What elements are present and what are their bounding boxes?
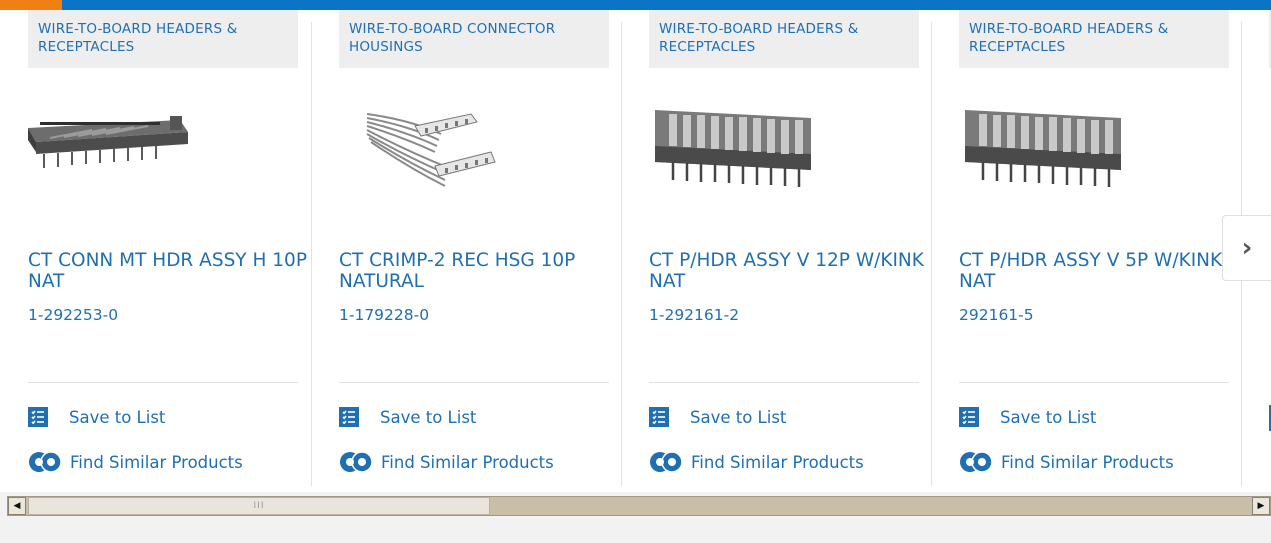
- product-carousel: WIRE-TO-BOARD HEADERS & RECEPTACLES CT C…: [0, 0, 1271, 492]
- save-to-list-button[interactable]: Save to List: [339, 405, 476, 429]
- card-separator: [621, 22, 622, 486]
- find-similar-label: Find Similar Products: [1001, 452, 1174, 472]
- card-separator: [931, 22, 932, 486]
- checklist-icon: [339, 407, 359, 427]
- save-to-list-button[interactable]: Save to List: [28, 405, 165, 429]
- scroll-right-arrow-icon[interactable]: ▶: [1252, 497, 1270, 515]
- part-number[interactable]: 1-292161-2: [649, 306, 739, 324]
- chevron-right-icon: ›: [1241, 233, 1253, 263]
- part-number[interactable]: 1-179228-0: [339, 306, 429, 324]
- card-separator: [311, 22, 312, 486]
- card-divider: [649, 382, 919, 383]
- product-card: WIRE-TO-BOARD HEADERS & RECEPTACLES: [0, 10, 310, 486]
- checklist-icon: [649, 407, 669, 427]
- product-card: WIRE-TO-BOARD HEADERS & RECEPTACLES: [621, 10, 931, 486]
- save-to-list-button[interactable]: Save to List: [959, 405, 1096, 429]
- product-title[interactable]: CT P/HDR ASSY V 12P W/KINK NAT: [649, 250, 929, 292]
- product-category[interactable]: WIRE-TO-BOARD HEADERS & RECEPTACLES: [959, 10, 1229, 68]
- product-card: WIRE-TO-BOARD HEADERS & RECEPTACLES: [931, 10, 1241, 486]
- similar-products-icon: [339, 449, 373, 475]
- find-similar-button[interactable]: Find Similar Products: [339, 450, 554, 474]
- product-title[interactable]: CT P/HDR ASSY V 5P W/KINK NAT: [959, 250, 1239, 292]
- product-card: WIRE-TO-BOARD CONNECTOR HOUSINGS CT CRIM…: [311, 10, 621, 486]
- product-title[interactable]: CT CONN MT HDR ASSY H 10P NAT: [28, 250, 308, 292]
- find-similar-label: Find Similar Products: [381, 452, 554, 472]
- top-accent-bar: [0, 0, 1271, 10]
- product-category[interactable]: WIRE-TO-BOARD HEADERS & RECEPTACLES: [28, 10, 298, 68]
- card-divider: [28, 382, 298, 383]
- checklist-icon: [28, 407, 48, 427]
- find-similar-button[interactable]: Find Similar Products: [959, 450, 1174, 474]
- find-similar-label: Find Similar Products: [70, 452, 243, 472]
- save-to-list-label: Save to List: [69, 407, 166, 427]
- product-image[interactable]: [641, 90, 831, 210]
- find-similar-button[interactable]: Find Similar Products: [28, 450, 243, 474]
- similar-products-icon: [959, 449, 993, 475]
- card-divider: [339, 382, 609, 383]
- product-image[interactable]: [951, 90, 1141, 210]
- similar-products-icon: [28, 449, 62, 475]
- part-number[interactable]: 1-292253-0: [28, 306, 118, 324]
- save-to-list-label: Save to List: [380, 407, 477, 427]
- carousel-track: WIRE-TO-BOARD HEADERS & RECEPTACLES CT C…: [0, 10, 1271, 492]
- product-image[interactable]: [20, 90, 210, 210]
- similar-products-icon: [649, 449, 683, 475]
- find-similar-label: Find Similar Products: [691, 452, 864, 472]
- product-category[interactable]: WIRE-TO-BOARD HEADERS & RECEPTACLES: [649, 10, 919, 68]
- product-title[interactable]: CT CRIMP-2 REC HSG 10P NATURAL: [339, 250, 619, 292]
- checklist-icon: [959, 407, 979, 427]
- find-similar-button[interactable]: Find Similar Products: [649, 450, 864, 474]
- carousel-next-button[interactable]: ›: [1222, 215, 1271, 281]
- product-image[interactable]: [331, 90, 521, 210]
- card-divider: [959, 382, 1229, 383]
- save-to-list-label: Save to List: [1000, 407, 1097, 427]
- scrollbar-thumb[interactable]: III: [28, 497, 490, 515]
- product-category[interactable]: WIRE-TO-BOARD CONNECTOR HOUSINGS: [339, 10, 609, 68]
- save-to-list-button[interactable]: Save to List: [649, 405, 786, 429]
- part-number[interactable]: 292161-5: [959, 306, 1034, 324]
- top-accent-orange: [0, 0, 62, 10]
- scroll-left-arrow-icon[interactable]: ◀: [8, 497, 26, 515]
- save-to-list-label: Save to List: [690, 407, 787, 427]
- horizontal-scrollbar[interactable]: ◀ III ▶: [7, 496, 1271, 516]
